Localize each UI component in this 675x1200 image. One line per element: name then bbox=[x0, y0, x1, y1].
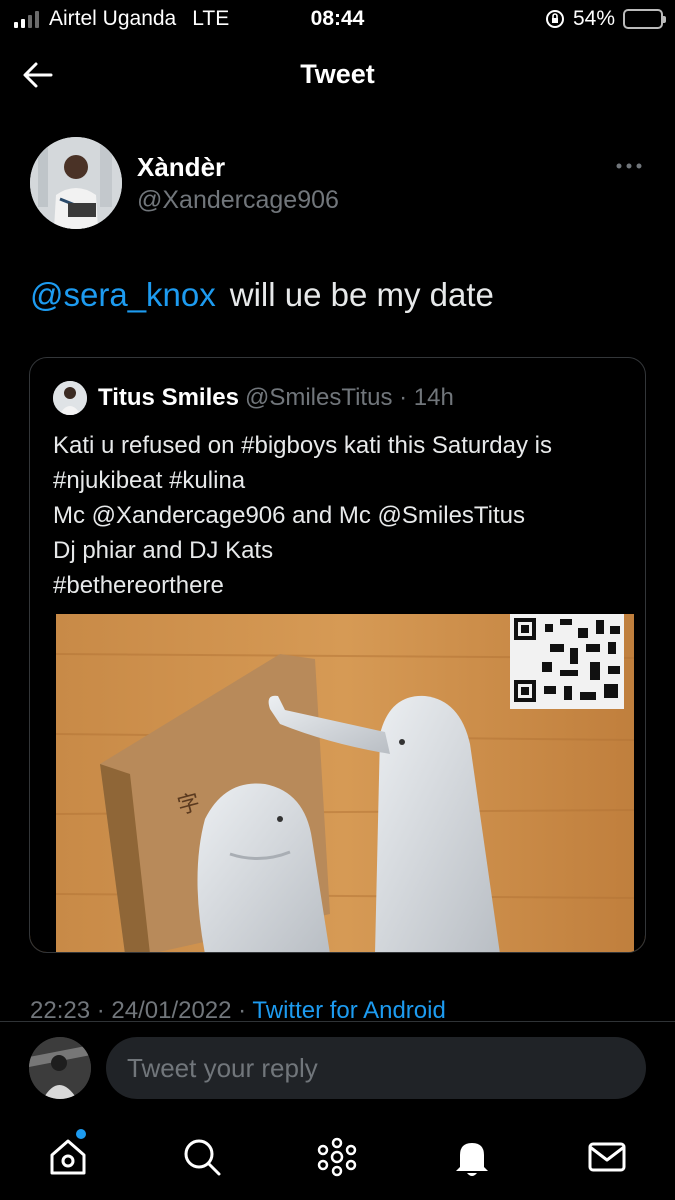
reply-bar: Tweet your reply bbox=[0, 1021, 675, 1117]
author-name[interactable]: Xàndèr bbox=[137, 152, 225, 183]
quoted-line: #bethereorthere bbox=[53, 572, 224, 599]
notifications-icon[interactable] bbox=[450, 1135, 494, 1179]
quoted-line: #njukibeat #kulina bbox=[53, 467, 246, 494]
status-bar: Airtel Uganda LTE 08:44 54% bbox=[0, 0, 675, 40]
client-link[interactable]: Twitter for Android bbox=[252, 997, 445, 1024]
mention-link[interactable]: @sera_knox bbox=[30, 276, 216, 313]
header: Tweet bbox=[0, 45, 675, 107]
quoted-author-handle: @SmilesTitus · 14h bbox=[244, 384, 454, 411]
home-icon[interactable] bbox=[46, 1135, 90, 1179]
more-options-icon[interactable] bbox=[612, 154, 646, 178]
tweet-text: @sera_knox will ue be my date bbox=[30, 276, 494, 314]
tweet-body: will ue be my date bbox=[229, 276, 494, 313]
reply-input[interactable]: Tweet your reply bbox=[106, 1037, 646, 1099]
quoted-line: Dj phiar and DJ Kats bbox=[53, 537, 274, 564]
quoted-tweet-card[interactable]: Titus Smiles @SmilesTitus · 14h Kati u re… bbox=[29, 357, 646, 953]
spaces-icon[interactable] bbox=[315, 1135, 359, 1179]
quoted-line: Mc @Xandercage906 and Mc @SmilesTitus bbox=[53, 502, 526, 529]
bottom-nav bbox=[0, 1117, 675, 1200]
search-icon[interactable] bbox=[180, 1135, 224, 1179]
battery-icon bbox=[623, 9, 666, 29]
timestamp-text: 22:23 · 24/01/2022 · bbox=[30, 997, 253, 1024]
author-avatar[interactable] bbox=[30, 137, 122, 229]
status-right: 54% bbox=[545, 7, 666, 31]
quoted-author-avatar bbox=[53, 381, 87, 415]
orientation-lock-icon bbox=[545, 10, 564, 28]
battery-percent: 54% bbox=[572, 7, 615, 30]
quoted-text: Kati u refused on #bigboys kati this Sat… bbox=[53, 428, 633, 603]
notification-dot bbox=[76, 1129, 86, 1139]
messages-icon[interactable] bbox=[585, 1135, 629, 1179]
my-avatar bbox=[29, 1037, 91, 1099]
page-title: Tweet bbox=[300, 59, 375, 89]
quoted-line: Kati u refused on #bigboys kati this Sat… bbox=[53, 432, 552, 459]
quoted-media-image[interactable]: 字 bbox=[30, 614, 645, 952]
author-handle[interactable]: @Xandercage906 bbox=[137, 186, 339, 215]
quoted-author-name: Titus Smiles bbox=[98, 384, 239, 411]
quoted-header: Titus Smiles @SmilesTitus · 14h bbox=[98, 384, 454, 412]
